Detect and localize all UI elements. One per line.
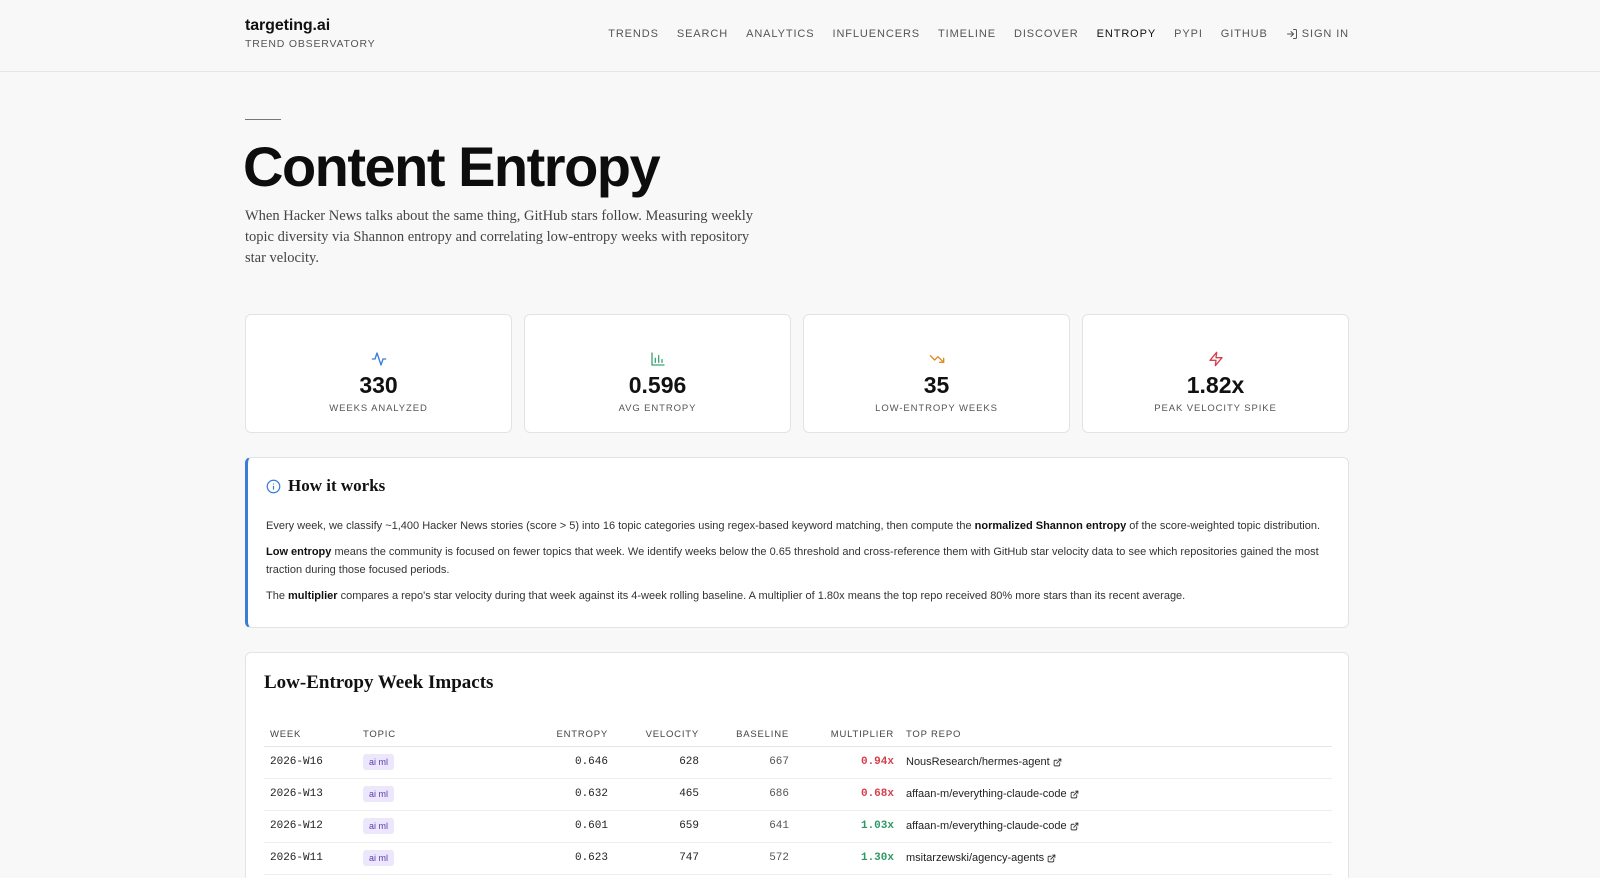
page-title: Content Entropy (243, 135, 661, 198)
nav-pypi[interactable]: PYPI (1174, 28, 1203, 40)
topic-badge: ai ml (363, 850, 395, 866)
stat-label: AVG ENTROPY (618, 403, 697, 414)
repo-link[interactable]: msitarzewski/agency-agents (906, 852, 1056, 864)
cell-topic: ai ml (357, 810, 487, 843)
how-it-works-paragraph-2: Low entropy means the community is focus… (266, 546, 1319, 576)
cell-week: 2026-W16 (264, 746, 357, 779)
cell-velocity: 747 (614, 842, 705, 875)
stat-value: 0.596 (628, 372, 687, 398)
external-link-icon (1047, 854, 1056, 862)
impacts-title: Low-Entropy Week Impacts (264, 672, 494, 693)
nav-analytics[interactable]: ANALYTICS (746, 28, 814, 40)
cell-top-repo: msitarzewski/agency-agents (900, 842, 1332, 875)
cell-week: 2026-W12 (264, 810, 357, 843)
stat-card-entropy: 0.596 AVG ENTROPY (524, 314, 791, 433)
stat-card-low-entropy: 35 LOW-ENTROPY WEEKS (803, 314, 1070, 433)
cell-entropy: 0.601 (487, 810, 614, 843)
cell-week: 2026-W11 (264, 842, 357, 875)
bar-chart-icon (650, 352, 665, 366)
stat-value: 35 (923, 372, 950, 398)
table-row: 2026-W16 ai ml 0.646 628 667 0.94x NousR… (264, 746, 1332, 779)
topic-badge: ai ml (363, 786, 395, 802)
table-row: 2026-W11 ai ml 0.623 747 572 1.30x msita… (264, 842, 1332, 875)
col-multiplier: MULTIPLIER (795, 724, 900, 747)
sign-in-label: SIGN IN (1301, 28, 1349, 40)
how-it-works-title: How it works (288, 476, 386, 495)
activity-pulse-icon (371, 352, 386, 366)
impacts-table: WEEK TOPIC ENTROPY VELOCITY BASELINE MUL… (264, 724, 1332, 875)
brand-subtitle: TREND OBSERVATORY (245, 38, 376, 50)
cell-top-repo: affaan-m/everything-claude-code (900, 778, 1332, 811)
cell-topic: ai ml (357, 746, 487, 779)
nav-influencers[interactable]: INFLUENCERS (833, 28, 921, 40)
topic-badge: ai ml (363, 754, 395, 770)
cell-topic: ai ml (357, 842, 487, 875)
nav-timeline[interactable]: TIMELINE (938, 28, 996, 40)
brand[interactable]: targeting.ai TREND OBSERVATORY (245, 17, 376, 50)
cell-baseline: 641 (705, 810, 795, 843)
cell-baseline: 572 (705, 842, 795, 875)
cell-baseline: 667 (705, 746, 795, 779)
stat-label: LOW-ENTROPY WEEKS (875, 403, 998, 414)
external-link-icon (1070, 790, 1078, 798)
col-week: WEEK (264, 724, 357, 747)
cell-week: 2026-W13 (264, 778, 357, 811)
how-it-works-panel: How it works Every week, we classify ~1,… (245, 457, 1349, 628)
main-nav: TRENDS SEARCH ANALYTICS INFLUENCERS TIME… (590, 28, 1349, 40)
sign-in-icon (1286, 29, 1297, 39)
nav-search[interactable]: SEARCH (677, 28, 728, 40)
page-description: When Hacker News talks about the same th… (245, 208, 754, 266)
how-it-works-paragraph-1: Every week, we classify ~1,400 Hacker Ne… (266, 520, 1321, 532)
cell-multiplier: 1.30x (795, 842, 900, 875)
col-velocity: VELOCITY (614, 724, 705, 747)
col-entropy: ENTROPY (487, 724, 614, 747)
topic-badge: ai ml (363, 818, 395, 834)
info-icon (266, 479, 281, 493)
cell-entropy: 0.623 (487, 842, 614, 875)
table-row: 2026-W12 ai ml 0.601 659 641 1.03x affaa… (264, 810, 1332, 843)
stat-card-weeks: 330 WEEKS ANALYZED (245, 314, 512, 433)
lightning-icon (1208, 351, 1223, 367)
how-it-works-paragraph-3: The multiplier compares a repo's star ve… (266, 590, 1186, 602)
repo-link[interactable]: NousResearch/hermes-agent (906, 756, 1062, 768)
brand-name: targeting.ai (245, 17, 331, 34)
table-header-row: WEEK TOPIC ENTROPY VELOCITY BASELINE MUL… (264, 724, 1332, 747)
how-it-works-header: How it works (266, 476, 1330, 496)
cell-baseline: 686 (705, 778, 795, 811)
cell-multiplier: 1.03x (795, 810, 900, 843)
table-row: 2026-W13 ai ml 0.632 465 686 0.68x affaa… (264, 778, 1332, 811)
stat-label: PEAK VELOCITY SPIKE (1154, 403, 1277, 414)
col-top-repo: TOP REPO (900, 724, 1332, 747)
external-link-icon (1070, 822, 1078, 830)
cell-top-repo: NousResearch/hermes-agent (900, 746, 1332, 779)
cell-velocity: 465 (614, 778, 705, 811)
impacts-panel: Low-Entropy Week Impacts WEEK TOPIC ENTR… (245, 652, 1349, 878)
cell-multiplier: 0.68x (795, 778, 900, 811)
cell-entropy: 0.646 (487, 746, 614, 779)
repo-link[interactable]: affaan-m/everything-claude-code (906, 788, 1079, 800)
col-topic: TOPIC (357, 724, 487, 747)
stat-card-velocity: 1.82x PEAK VELOCITY SPIKE (1082, 314, 1349, 433)
nav-discover[interactable]: DISCOVER (1014, 28, 1079, 40)
external-link-icon (1053, 758, 1062, 766)
stat-label: WEEKS ANALYZED (329, 403, 428, 414)
stat-value: 1.82x (1186, 372, 1245, 398)
nav-entropy[interactable]: ENTROPY (1097, 28, 1156, 40)
cell-topic: ai ml (357, 778, 487, 811)
nav-github[interactable]: GITHUB (1221, 28, 1268, 40)
title-rule (245, 119, 281, 120)
col-baseline: BASELINE (705, 724, 795, 747)
repo-link[interactable]: affaan-m/everything-claude-code (906, 820, 1079, 832)
top-bar: targeting.ai TREND OBSERVATORY TRENDS SE… (0, 0, 1600, 72)
sign-in-button[interactable]: SIGN IN (1286, 28, 1349, 40)
cell-entropy: 0.632 (487, 778, 614, 811)
cell-velocity: 659 (614, 810, 705, 843)
trending-down-icon (929, 355, 944, 363)
cell-multiplier: 0.94x (795, 746, 900, 779)
stat-value: 330 (359, 372, 398, 398)
stats-row: 330 WEEKS ANALYZED 0.596 AVG ENTROPY 35 … (245, 314, 1349, 433)
nav-trends[interactable]: TRENDS (608, 28, 659, 40)
cell-velocity: 628 (614, 746, 705, 779)
cell-top-repo: affaan-m/everything-claude-code (900, 810, 1332, 843)
